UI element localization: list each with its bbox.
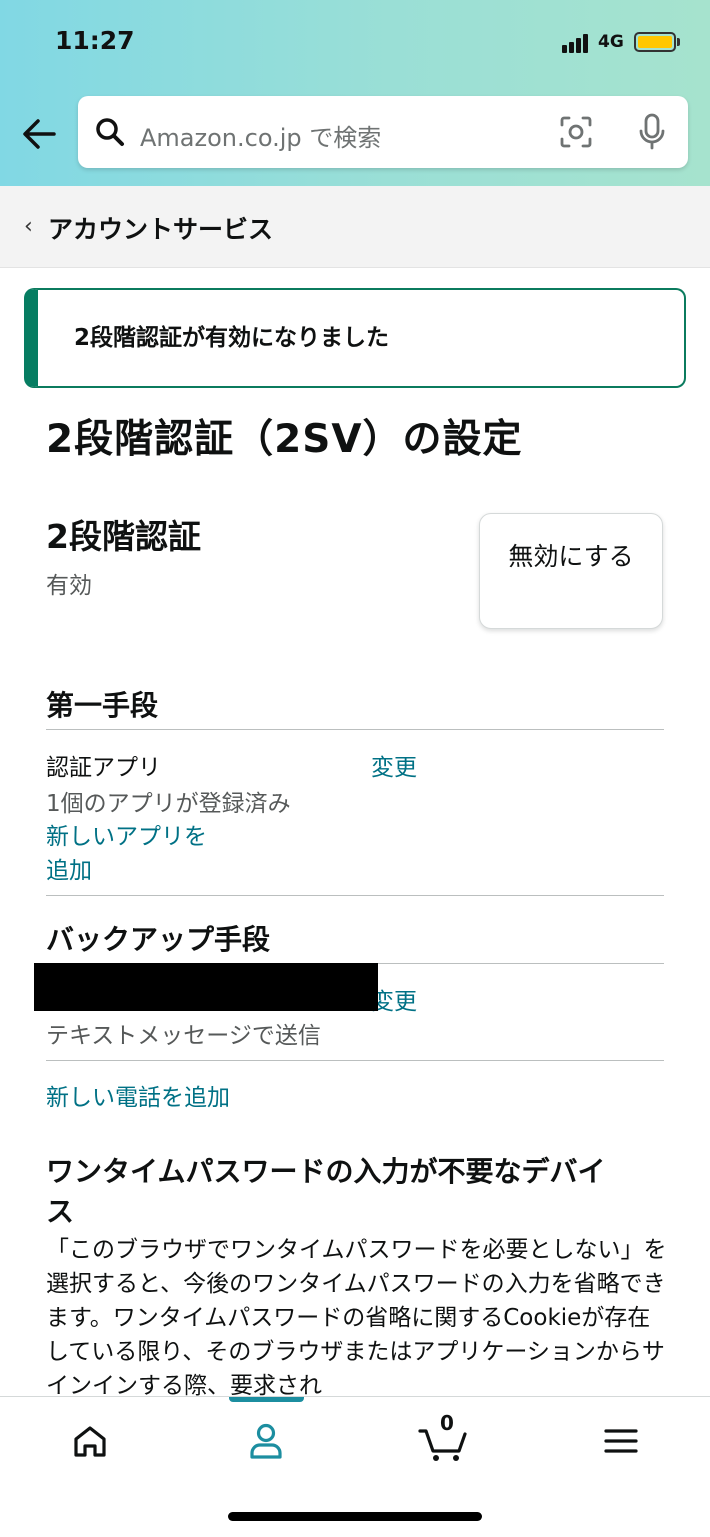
cart-count: 0 <box>440 1411 454 1435</box>
two-step-title: 2段階認証 <box>46 517 201 556</box>
microphone-icon[interactable] <box>636 112 668 152</box>
nav-account[interactable] <box>236 1417 296 1467</box>
add-app-link-line2[interactable]: 追加 <box>46 851 92 885</box>
header-bar: 11:27 4G Amazon.co.jp で検索 <box>0 0 710 186</box>
breadcrumb-label: アカウントサービス <box>48 215 274 244</box>
search-input[interactable]: Amazon.co.jp で検索 <box>78 96 688 168</box>
back-arrow-icon[interactable] <box>20 114 60 154</box>
page-title: 2段階認証（2SV）の設定 <box>46 417 523 462</box>
devices-description: 「このブラウザでワンタイムパスワードを必要としない」を選択すると、今後のワンタイ… <box>46 1237 667 1399</box>
nav-home[interactable] <box>60 1417 120 1467</box>
camera-scan-icon[interactable] <box>558 114 594 150</box>
primary-method-title: 第一手段 <box>46 689 159 722</box>
divider <box>46 895 664 896</box>
devices-title-line1: ワンタイムパスワードの入力が不要なデバイ <box>46 1155 606 1188</box>
nav-menu[interactable] <box>592 1417 652 1467</box>
breadcrumb[interactable]: ‹ アカウントサービス <box>0 186 710 268</box>
add-phone-link[interactable]: 新しい電話を追加 <box>46 1078 230 1112</box>
devices-title-line2: ス <box>46 1195 75 1228</box>
two-step-status: 有効 <box>46 573 92 599</box>
signal-icon <box>562 33 590 53</box>
disable-button[interactable]: 無効にする <box>479 513 663 629</box>
home-icon <box>74 1426 106 1457</box>
redacted-phone-number <box>34 963 378 1011</box>
divider <box>46 729 664 730</box>
nav-active-indicator <box>229 1397 304 1402</box>
search-icon <box>96 118 124 146</box>
primary-method-detail: 1個のアプリが登録済み <box>46 791 291 817</box>
search-placeholder: Amazon.co.jp で検索 <box>140 124 382 152</box>
nav-cart[interactable]: 0 <box>416 1411 476 1467</box>
divider <box>46 1060 664 1061</box>
network-label: 4G <box>598 32 624 52</box>
chevron-left-icon: ‹ <box>24 214 33 239</box>
battery-tip <box>677 38 680 46</box>
battery-icon <box>634 32 676 52</box>
status-time: 11:27 <box>55 26 135 55</box>
primary-method-name: 認証アプリ <box>46 755 161 781</box>
add-app-link-line1[interactable]: 新しいアプリを <box>46 817 207 851</box>
person-icon <box>250 1423 282 1459</box>
backup-method-title: バックアップ手段 <box>46 923 271 956</box>
hamburger-menu-icon <box>604 1429 638 1453</box>
backup-method-detail: テキストメッセージで送信 <box>46 1023 321 1049</box>
home-indicator <box>228 1512 482 1521</box>
primary-change-link[interactable]: 変更 <box>371 748 417 782</box>
success-alert: 2段階認証が有効になりました <box>24 288 686 388</box>
alert-message: 2段階認証が有効になりました <box>74 325 390 351</box>
